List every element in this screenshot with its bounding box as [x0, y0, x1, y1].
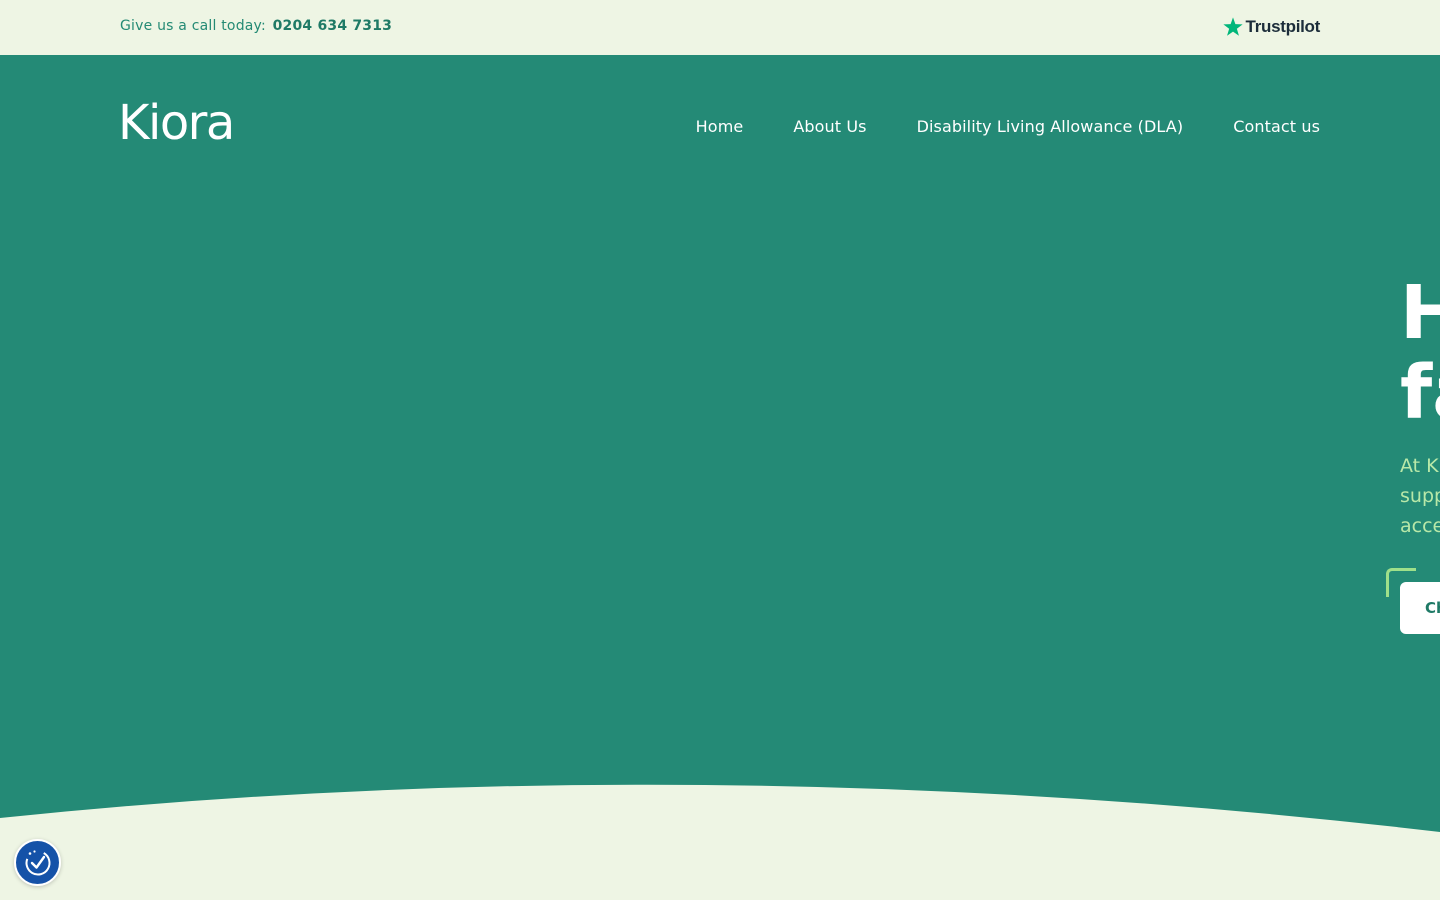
accessibility-button[interactable]	[14, 839, 61, 886]
nav-item-about-us[interactable]: About Us	[793, 117, 866, 136]
hero-subtext-line3: acce	[1400, 515, 1440, 537]
hero-headline: H fa	[1400, 273, 1440, 433]
hero-section: Kiora Home About Us Disability Living Al…	[0, 55, 1440, 900]
top-bar: Give us a call today: 0204 634 7313 Trus…	[0, 0, 1440, 55]
phone-link[interactable]: 0204 634 7313	[273, 18, 393, 34]
call-label: Give us a call today:	[120, 18, 266, 34]
hero-headline-line2: fa	[1400, 350, 1440, 436]
call-info: Give us a call today: 0204 634 7313	[120, 18, 392, 34]
hero-wave-divider	[0, 784, 1440, 900]
trustpilot-link[interactable]: Trustpilot	[1222, 14, 1320, 40]
accessibility-icon	[25, 849, 50, 875]
hero-subtext: At K supp acce	[1400, 451, 1440, 541]
main-nav: Home About Us Disability Living Allowanc…	[696, 117, 1320, 136]
nav-item-home[interactable]: Home	[696, 117, 744, 136]
hero-headline-line1: H	[1400, 270, 1440, 356]
nav-item-contact-us[interactable]: Contact us	[1233, 117, 1320, 136]
hero-subtext-line1: At K	[1400, 455, 1439, 477]
kiora-logo[interactable]: Kiora	[118, 99, 235, 147]
trustpilot-label: Trustpilot	[1245, 17, 1321, 36]
nav-item-dla[interactable]: Disability Living Allowance (DLA)	[917, 117, 1184, 136]
hero-subtext-line2: supp	[1400, 485, 1440, 507]
hero-cta-button[interactable]: Ch	[1400, 582, 1440, 634]
trustpilot-star-icon	[1222, 17, 1243, 36]
